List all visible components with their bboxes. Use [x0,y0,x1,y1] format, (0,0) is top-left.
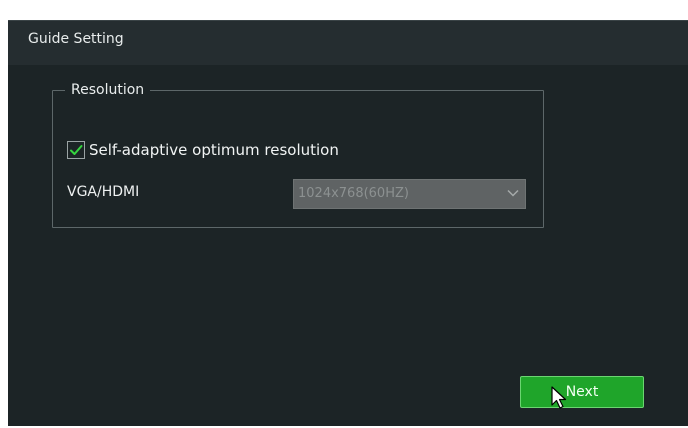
self-adaptive-checkbox[interactable] [67,141,85,159]
vga-hdmi-resolution-select[interactable]: 1024x768(60HZ) [293,179,526,209]
window-title: Guide Setting [28,31,124,47]
self-adaptive-label: Self-adaptive optimum resolution [89,141,339,159]
guide-setting-window: Guide Setting Resolution Self-adaptive o… [8,6,688,426]
check-icon [70,145,83,155]
chevron-down-icon [507,189,519,197]
next-button[interactable]: Next [520,376,644,408]
vga-hdmi-selected-value: 1024x768(60HZ) [298,186,409,201]
resolution-legend: Resolution [65,81,151,99]
self-adaptive-row[interactable]: Self-adaptive optimum resolution [67,141,339,159]
title-bar: Guide Setting [8,20,688,65]
window-top-edge [8,6,688,20]
resolution-group: Resolution Self-adaptive optimum resolut… [52,81,544,228]
next-button-label: Next [565,384,599,400]
vga-hdmi-label: VGA/HDMI [67,184,140,200]
